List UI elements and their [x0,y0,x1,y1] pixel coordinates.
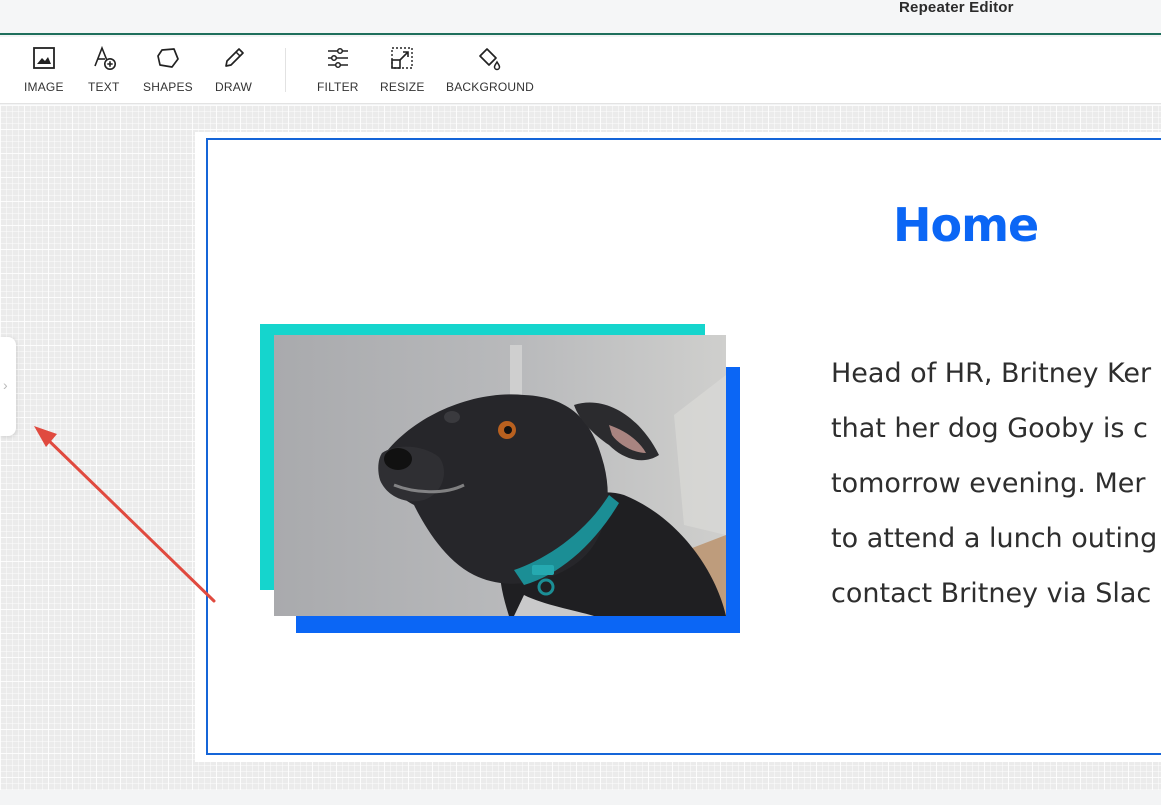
chevron-right-icon: › [3,377,8,393]
bottom-strip [0,790,1161,805]
resize-tool-label: RESIZE [380,80,425,94]
image-icon [32,47,55,69]
text-tool-label: TEXT [88,80,120,94]
paint-bucket-icon [479,48,501,71]
shapes-tool-button[interactable]: SHAPES [143,45,193,94]
canvas-area[interactable]: Home Head of HR, Britney Ker that her do… [0,105,1161,790]
page-body-text[interactable]: Head of HR, Britney Ker that her dog Goo… [831,346,1161,621]
text-add-icon [93,45,116,70]
dog-photo[interactable] [274,335,726,616]
dog-photo-image [274,335,726,616]
app-header: Repeater Editor [0,0,1161,35]
shapes-icon [157,48,179,68]
background-tool-label: BACKGROUND [446,80,535,94]
image-tool-button[interactable]: IMAGE [24,45,64,94]
body-line: tomorrow evening. Mer [831,468,1146,499]
text-tool-button[interactable]: TEXT [88,45,119,94]
filter-tool-label: FILTER [317,80,359,94]
app-title: Repeater Editor [899,0,1014,16]
side-panel-toggle[interactable]: › [0,337,16,436]
shapes-tool-label: SHAPES [143,80,193,94]
body-line: contact Britney via Slac [831,578,1152,609]
body-line: to attend a lunch outing [831,523,1158,554]
toolbar: IMAGE TEXT SHAPES DRAW FILTER RESIZE BAC… [0,37,1161,104]
resize-icon [391,47,413,69]
filter-tool-button[interactable]: FILTER [317,45,359,94]
image-tool-label: IMAGE [24,80,64,94]
background-tool-button[interactable]: BACKGROUND [446,45,534,94]
draw-tool-label: DRAW [215,80,253,94]
body-line: Head of HR, Britney Ker [831,358,1152,389]
editor-app: Repeater Editor IMAGE TEXT SHAPES DRAW F… [0,0,1161,805]
page-heading[interactable]: Home [893,198,1039,252]
sliders-icon [327,47,348,69]
design-page[interactable]: Home Head of HR, Britney Ker that her do… [195,132,1161,762]
resize-tool-button[interactable]: RESIZE [380,45,425,94]
pencil-icon [224,48,244,67]
body-line: that her dog Gooby is c [831,413,1148,444]
toolbar-divider [285,48,286,92]
draw-tool-button[interactable]: DRAW [215,45,252,94]
